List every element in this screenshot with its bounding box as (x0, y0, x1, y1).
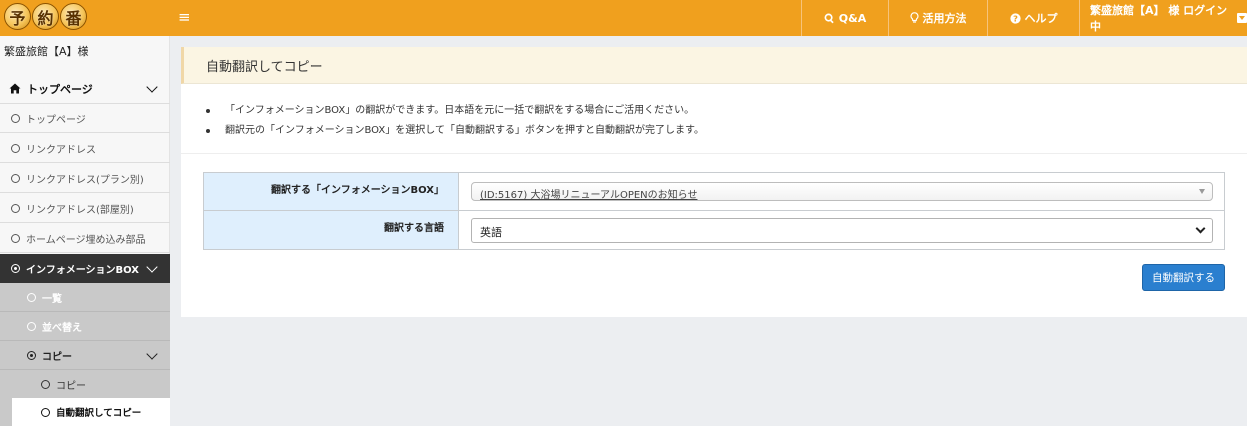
circle-icon (27, 321, 36, 331)
lightbulb-icon (909, 12, 919, 23)
instruction-item: 翻訳元の「インフォメーションBOX」を選択して「自動翻訳する」ボタンを押すと自動… (203, 121, 704, 141)
circle-icon (41, 379, 50, 389)
header-nav: Q&A 活用方法 ? ヘルプ 繁盛旅館【A】 様 ログイン中 (801, 0, 1247, 36)
instruction-item: 「インフォメーションBOX」の翻訳ができます。日本語を元に一括で翻訳をする場合に… (203, 101, 704, 121)
circle-icon (11, 113, 20, 123)
form-row-source: 翻訳する「インフォメーションBOX」 (ID:5167) 大浴場リニューアルOP… (204, 173, 1224, 211)
dropdown-icon (1237, 13, 1247, 23)
sidebar-item-label: 並べ替え (42, 322, 82, 334)
nav-qa-label: Q&A (838, 11, 867, 25)
hotel-name: 繁盛旅館【A】様 (4, 45, 89, 58)
circle-icon (11, 173, 20, 183)
circle-icon (11, 203, 20, 213)
nav-howto-label: 活用方法 (922, 12, 967, 25)
sidebar-item-top-page[interactable]: トップページ (0, 104, 170, 133)
app-logo[interactable]: 予 約 番 (4, 3, 87, 33)
nav-help-label: ヘルプ (1024, 12, 1058, 25)
circle-icon (41, 407, 50, 417)
sidebar: 繁盛旅館【A】様 トップページ トップページ リンクアドレス リンクアドレス(プ… (0, 36, 170, 426)
sidebar-item-embed-parts[interactable]: ホームページ埋め込み部品 (0, 224, 170, 253)
logo-char-2: 約 (32, 3, 59, 30)
chevron-down-icon (146, 81, 158, 93)
sidebar-item-label: コピー (56, 380, 86, 392)
sidebar-item-label: インフォメーションBOX (26, 265, 139, 276)
sidebar-item-link-address-room[interactable]: リンクアドレス(部屋別) (0, 194, 170, 223)
form-row-language: 翻訳する言語 英語 (204, 211, 1224, 249)
sidebar-item-label: リンクアドレス(部屋別) (26, 204, 134, 216)
page-title: 自動翻訳してコピー (206, 59, 323, 75)
search-icon (824, 13, 834, 23)
radio-dot-icon (11, 264, 20, 273)
sidebar-section-top-label: トップページ (27, 82, 93, 96)
sidebar-item-label: トップページ (26, 114, 86, 126)
divider (181, 153, 1247, 154)
top-header: 予 約 番 ≡ Q&A 活用方法 ? ヘルプ 繁盛旅館【A】 様 ログイン中 (0, 0, 1247, 36)
circle-icon (11, 143, 20, 153)
chevron-down-icon (146, 261, 158, 273)
sidebar-subitem-reorder[interactable]: 並べ替え (0, 312, 170, 341)
menu-toggle-icon[interactable]: ≡ (178, 8, 192, 26)
main-content: 自動翻訳してコピー 「インフォメーションBOX」の翻訳ができます。日本語を元に一… (181, 47, 1247, 317)
circle-icon (27, 292, 36, 302)
radio-dot-icon (27, 350, 36, 360)
language-select[interactable]: 英語 (471, 218, 1213, 243)
home-icon (9, 83, 21, 94)
sidebar-item-information-box[interactable]: インフォメーションBOX (0, 254, 170, 283)
question-circle-icon: ? (1009, 12, 1021, 24)
sidebar-item-link-address-plan[interactable]: リンクアドレス(プラン別) (0, 164, 170, 193)
sidebar-subitem-auto-translate-copy[interactable]: 自動翻訳してコピー (12, 398, 170, 426)
caret-down-icon (1199, 189, 1205, 194)
user-menu[interactable]: 繁盛旅館【A】 様 ログイン中 (1079, 0, 1247, 36)
sidebar-item-label: コピー (42, 351, 72, 363)
language-label: 翻訳する言語 (204, 211, 459, 249)
logo-char-1: 予 (4, 3, 31, 30)
chevron-down-icon (1195, 223, 1206, 234)
sidebar-subitem-copy-section[interactable]: コピー (0, 341, 170, 370)
auto-translate-button[interactable]: 自動翻訳する (1142, 264, 1225, 291)
instructions-list: 「インフォメーションBOX」の翻訳ができます。日本語を元に一括で翻訳をする場合に… (203, 101, 704, 141)
source-label: 翻訳する「インフォメーションBOX」 (204, 173, 459, 210)
source-select[interactable]: (ID:5167) 大浴場リニューアルOPENのお知らせ (471, 182, 1213, 201)
translate-form: 翻訳する「インフォメーションBOX」 (ID:5167) 大浴場リニューアルOP… (203, 172, 1225, 250)
sidebar-item-label: リンクアドレス(プラン別) (26, 174, 144, 186)
page-header: 自動翻訳してコピー (181, 47, 1247, 84)
language-select-value: 英語 (480, 226, 502, 239)
source-select-value: (ID:5167) 大浴場リニューアルOPENのお知らせ (480, 190, 698, 201)
sidebar-item-label: 自動翻訳してコピー (56, 408, 142, 419)
circle-icon (11, 233, 20, 243)
nav-qa[interactable]: Q&A (801, 0, 888, 36)
sidebar-item-label: リンクアドレス (26, 144, 96, 156)
sidebar-item-label: ホームページ埋め込み部品 (26, 234, 146, 246)
sidebar-subitem-list[interactable]: 一覧 (0, 283, 170, 312)
chevron-down-icon (146, 348, 158, 360)
svg-text:?: ? (1013, 13, 1018, 23)
logo-char-3: 番 (60, 3, 87, 30)
sidebar-item-link-address[interactable]: リンクアドレス (0, 134, 170, 163)
sidebar-subitem-copy[interactable]: コピー (0, 370, 170, 399)
sidebar-section-top[interactable]: トップページ (0, 74, 170, 104)
nav-help[interactable]: ? ヘルプ (987, 0, 1079, 36)
sidebar-item-label: 一覧 (42, 293, 62, 305)
user-menu-label: 繁盛旅館【A】 様 ログイン中 (1090, 4, 1228, 33)
nav-howto[interactable]: 活用方法 (888, 0, 987, 36)
